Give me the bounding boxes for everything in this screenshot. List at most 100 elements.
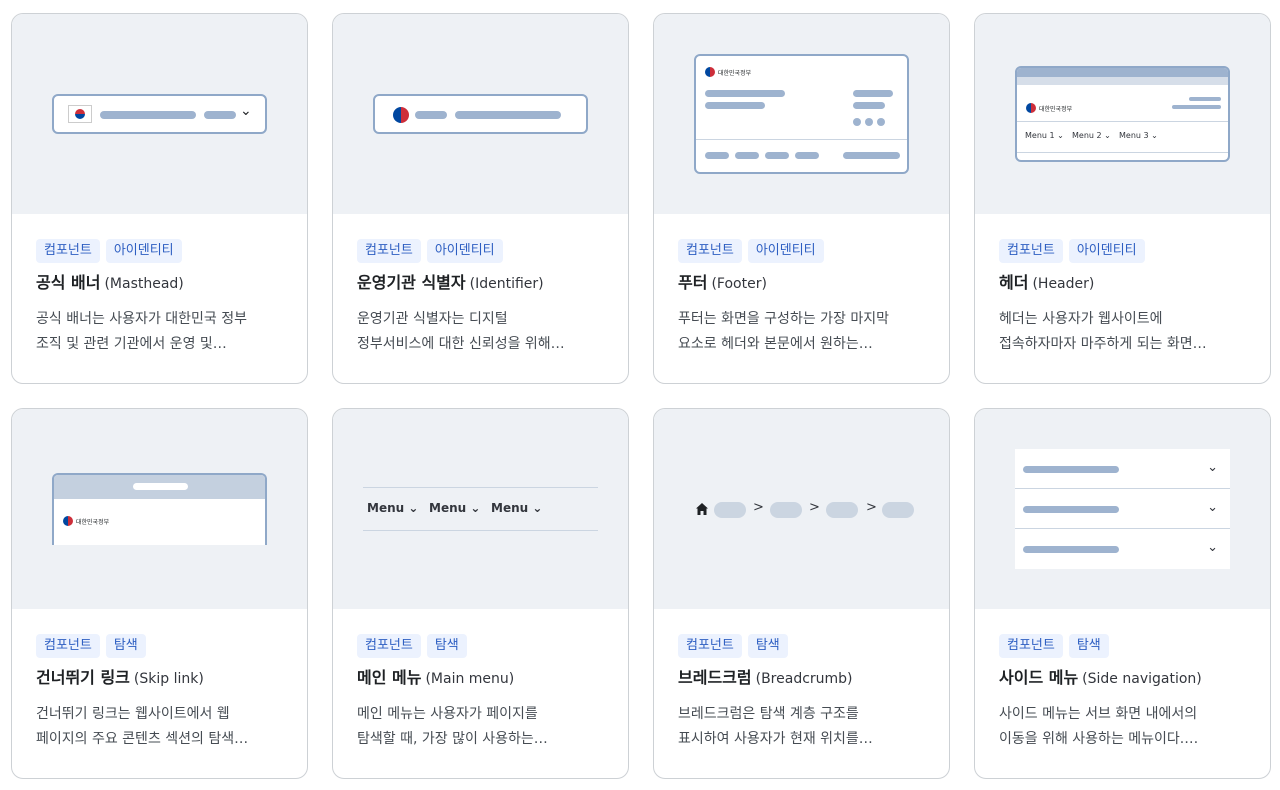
header-util-placeholder (1172, 105, 1221, 109)
breadcrumb-item-placeholder (882, 502, 914, 518)
breadcrumb-item-placeholder (714, 502, 746, 518)
card-description: 푸터는 화면을 구성하는 가장 마지막 요소로 헤더와 본문에서 원하는… (678, 311, 889, 352)
tag-category: 탐색 (747, 634, 788, 658)
skip-link-preview: 대한민국정부 (12, 409, 307, 609)
masthead-frame: ⌄ (52, 94, 267, 134)
card-title-en: (Side navigation) (1082, 671, 1202, 687)
main-menu-preview: Menu ⌄ Menu ⌄ Menu ⌄ (333, 409, 628, 609)
card-title: 건너뛰기 링크 (36, 668, 130, 687)
footer-preview: 대한민국정부 (654, 14, 949, 214)
footer-policy-placeholder (705, 152, 729, 159)
tag-category: 탐색 (1068, 634, 1109, 658)
main-menu-item: Menu ⌄ (429, 501, 481, 515)
menu-divider-top (363, 487, 598, 488)
card-title-en: (Breadcrumb) (755, 671, 853, 687)
header-util-placeholder (1189, 97, 1221, 101)
social-icon (865, 118, 873, 126)
identifier-preview (333, 14, 628, 214)
card-description: 메인 메뉴는 사용자가 페이지를 탐색할 때, 가장 많이 사용하는… (357, 706, 548, 747)
card-identifier[interactable]: 컴포넌트 아이덴티티 운영기관 식별자 (Identifier) 운영기관 식별자… (332, 13, 629, 384)
footer-link-placeholder (853, 90, 893, 97)
social-icon (853, 118, 861, 126)
card-title-en: (Skip link) (133, 671, 204, 687)
tag-category: 탐색 (105, 634, 146, 658)
card-header[interactable]: 대한민국정부 Menu 1 ⌄ Menu 2 ⌄ Menu 3 ⌄ 컴포넌트 아… (974, 13, 1271, 384)
tag-component: 컴포넌트 (357, 634, 421, 658)
card-title: 공식 배너 (36, 273, 101, 292)
card-masthead[interactable]: ⌄ 컴포넌트 아이덴티티 공식 배너 (Masthead) 공식 배너는 사용자가… (11, 13, 308, 384)
card-skip-link[interactable]: 대한민국정부 컴포넌트 탐색 건너뛰기 링크 (Skip link) 건너뛰기 링… (11, 408, 308, 779)
side-nav-divider (1015, 488, 1230, 489)
header-menu-1: Menu 1 ⌄ (1025, 131, 1064, 140)
tag-component: 컴포넌트 (999, 634, 1063, 658)
taegeuk-icon (63, 516, 73, 526)
korean-flag-icon (68, 105, 92, 123)
card-title-en: (Identifier) (469, 276, 544, 292)
tag-component: 컴포넌트 (999, 239, 1063, 263)
header-divider (1017, 152, 1228, 153)
identifier-frame (373, 94, 588, 134)
header-menu-2: Menu 2 ⌄ (1072, 131, 1111, 140)
card-side-navigation[interactable]: ⌄ ⌄ ⌄ 컴포넌트 탐색 사이드 메뉴 (Side navigation) 사이… (974, 408, 1271, 779)
identifier-text-placeholder (455, 111, 561, 119)
taegeuk-icon (705, 67, 715, 77)
card-description: 헤더는 사용자가 웹사이트에 접속하자마자 마주하게 되는 화면… (999, 311, 1207, 352)
side-nav-preview: ⌄ ⌄ ⌄ (975, 409, 1270, 609)
card-title-en: (Header) (1032, 276, 1095, 292)
header-preview: 대한민국정부 Menu 1 ⌄ Menu 2 ⌄ Menu 3 ⌄ (975, 14, 1270, 214)
header-divider (1017, 121, 1228, 122)
footer-frame: 대한민국정부 (694, 54, 909, 174)
card-title: 운영기관 식별자 (357, 273, 466, 292)
card-footer[interactable]: 대한민국정부 컴포넌트 아이덴티티 푸터(Footer) 푸터는 화면을 구성하… (653, 13, 950, 384)
header-masthead-strip (1017, 68, 1228, 77)
tag-component: 컴포넌트 (357, 239, 421, 263)
card-title: 푸터 (678, 273, 708, 292)
tag-category: 아이덴티티 (105, 239, 182, 263)
tag-component: 컴포넌트 (36, 634, 100, 658)
side-nav-item-placeholder (1023, 466, 1119, 473)
home-icon (696, 503, 708, 515)
skip-link-bar (54, 475, 265, 499)
side-nav-divider (1015, 528, 1230, 529)
footer-copyright-placeholder (843, 152, 900, 159)
breadcrumb-separator: > (809, 500, 820, 515)
main-menu-item: Menu ⌄ (491, 501, 543, 515)
main-menu-item: Menu ⌄ (367, 501, 419, 515)
tag-category: 아이덴티티 (426, 239, 503, 263)
header-util-strip (1017, 77, 1228, 85)
card-title-en: (Main menu) (425, 671, 515, 687)
menu-divider-bottom (363, 530, 598, 531)
footer-link-placeholder (853, 102, 885, 109)
card-title-en: (Footer) (711, 276, 767, 292)
tag-component: 컴포넌트 (36, 239, 100, 263)
tag-component: 컴포넌트 (678, 634, 742, 658)
card-description: 운영기관 식별자는 디지털 정부서비스에 대한 신뢰성을 위해… (357, 311, 565, 352)
footer-policy-placeholder (795, 152, 819, 159)
chevron-down-icon: ⌄ (1207, 460, 1218, 475)
tag-category: 아이덴티티 (1068, 239, 1145, 263)
card-description: 공식 배너는 사용자가 대한민국 정부 조직 및 관련 기관에서 운영 및… (36, 311, 247, 352)
card-title-en: (Masthead) (104, 276, 184, 292)
card-title: 브레드크럼 (678, 668, 752, 687)
card-breadcrumb[interactable]: > > > 컴포넌트 탐색 브레드크럼 (Breadcrumb) 브레드크럼은 탐… (653, 408, 950, 779)
card-title: 헤더 (999, 273, 1029, 292)
footer-policy-placeholder (765, 152, 789, 159)
social-icon (877, 118, 885, 126)
component-card-grid: ⌄ 컴포넌트 아이덴티티 공식 배너 (Masthead) 공식 배너는 사용자가… (0, 0, 1280, 790)
gov-logo-text: 대한민국정부 (1039, 106, 1073, 113)
card-title: 메인 메뉴 (357, 668, 422, 687)
tag-category: 아이덴티티 (747, 239, 824, 263)
card-main-menu[interactable]: Menu ⌄ Menu ⌄ Menu ⌄ 컴포넌트 탐색 메인 메뉴 (Main … (332, 408, 629, 779)
chevron-down-icon: ⌄ (1207, 540, 1218, 555)
breadcrumb-preview: > > > (654, 409, 949, 609)
taegeuk-icon (393, 107, 409, 123)
card-description: 건너뛰기 링크는 웹사이트에서 웹 페이지의 주요 콘텐츠 섹션의 탐색… (36, 706, 249, 747)
side-nav-item-placeholder (1023, 506, 1119, 513)
footer-divider (696, 139, 907, 140)
breadcrumb-separator: > (753, 500, 764, 515)
footer-policy-placeholder (735, 152, 759, 159)
card-description: 브레드크럼은 탐색 계층 구조를 표시하여 사용자가 현재 위치를… (678, 706, 873, 747)
footer-line-placeholder (705, 102, 765, 109)
gov-logo-text: 대한민국정부 (718, 70, 752, 77)
masthead-link-placeholder (204, 111, 236, 119)
